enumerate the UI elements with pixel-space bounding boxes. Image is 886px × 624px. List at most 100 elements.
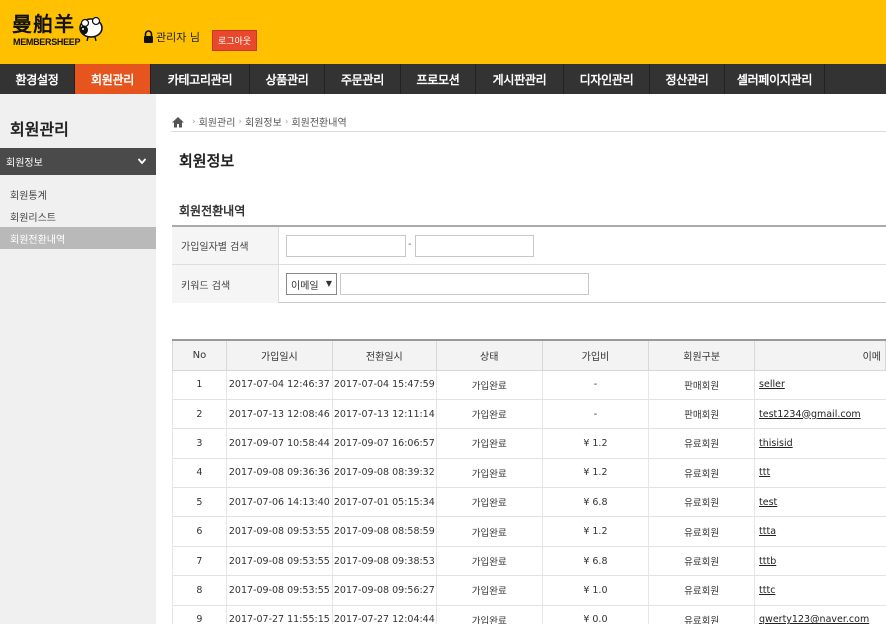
cell-row-number: 5 [172,487,227,518]
logo-text: 曼舶羊 [12,12,75,36]
page-title: 회원정보 [179,152,235,170]
cell-row-number: 8 [172,575,227,606]
cell-email: ttt [754,458,886,489]
table-header-row: No 가입일시 전환일시 상태 가입비 회원구분 이메 [172,339,886,371]
search-row-keyword: 키워드 검색 이메일 ▼ [172,265,886,303]
cell-member-type: 유료회원 [648,605,755,624]
cell-email: thisisid [754,428,886,459]
cell-member-type: 유료회원 [648,428,755,459]
cell-join-fee: ¥ 1.2 [541,428,649,459]
email-link[interactable]: tttb [759,556,776,567]
user-greeting: 관리자 님 [156,31,200,44]
date-from-input[interactable] [286,235,406,257]
logo-subtext: MEMBERSHEEP [13,37,81,47]
cell-join-fee: ¥ 0.0 [541,605,649,624]
cell-joined-at: 2017-07-13 12:08:46 [225,399,333,430]
top-header: 曼舶羊 MEMBERSHEEP 관리자 님 로그아웃 [0,0,886,64]
section-title: 회원전환내역 [179,204,246,218]
cell-email: tttb [754,546,886,577]
nav-item-promotion[interactable]: 프로모션 [401,64,476,94]
date-to-input[interactable] [415,235,534,257]
cell-email: qwerty123@naver.com [754,605,886,624]
dropdown-arrow-icon: ▼ [325,279,332,288]
cell-converted-at: 2017-09-08 09:56:27 [331,575,437,606]
breadcrumb-item[interactable]: 회원관리 [199,114,236,129]
breadcrumb-item: 회원전환내역 [291,118,347,129]
table-row: 8 2017-09-08 09:53:55 2017-09-08 09:56:27 가… [172,575,886,606]
sidebar-section-label: 회원정보 [6,158,43,169]
nav-item-seller-page[interactable]: 셀러페이지관리 [725,64,825,94]
breadcrumb-item[interactable]: 회원정보 [245,114,282,129]
conversion-table: No 가입일시 전환일시 상태 가입비 회원구분 이메 1 2017-07-04 … [172,339,886,624]
divider [171,131,886,132]
sidebar-item-member-conversion[interactable]: 회원전환내역 [0,227,156,249]
cell-converted-at: 2017-09-08 09:38:53 [331,546,437,577]
nav-item-boards[interactable]: 게시판관리 [476,64,564,94]
column-header[interactable]: 전환일시 [331,339,437,371]
nav-item-design[interactable]: 디자인관리 [564,64,650,94]
cell-member-type: 판매회원 [648,399,755,430]
cell-converted-at: 2017-09-08 08:58:59 [331,516,437,547]
main-content: › 회원관리 › 회원정보 › 회원전환내역 회원정보 회원전환내역 가입일자별… [156,94,886,624]
column-header[interactable]: 가입일시 [225,339,333,371]
table-row: 5 2017-07-06 14:13:40 2017-07-01 05:15:34 가… [172,487,886,518]
nav-item-products[interactable]: 상품관리 [250,64,325,94]
email-link[interactable]: qwerty123@naver.com [759,614,869,624]
cell-joined-at: 2017-07-27 11:55:15 [225,605,333,624]
cell-status: 가입완료 [435,575,543,606]
sidebar-item-member-list[interactable]: 회원리스트 [0,205,156,227]
email-link[interactable]: ttt [759,467,770,478]
keyword-type-value: 이메일 [291,280,319,292]
search-panel: 가입일자별 검색 - 키워드 검색 이메일 ▼ [172,225,886,303]
cell-joined-at: 2017-09-08 09:53:55 [225,575,333,606]
logout-button[interactable]: 로그아웃 [212,30,257,51]
cell-status: 가입완료 [435,399,543,430]
cell-joined-at: 2017-09-08 09:36:36 [225,458,333,489]
column-header[interactable]: No [172,339,227,371]
email-link[interactable]: tttc [759,585,775,596]
cell-converted-at: 2017-07-27 12:04:44 [331,605,437,624]
cell-converted-at: 2017-07-04 15:47:59 [331,370,437,400]
nav-item-settlement[interactable]: 정산관리 [650,64,725,94]
cell-email: tttc [754,575,886,606]
cell-join-fee: ¥ 6.8 [541,546,649,577]
table-row: 7 2017-09-08 09:53:55 2017-09-08 09:38:53 가… [172,546,886,577]
chevron-down-icon [137,158,147,165]
nav-item-categories[interactable]: 카테고리관리 [151,64,250,94]
column-header[interactable]: 상태 [435,339,543,371]
sidebar-item-member-stats[interactable]: 회원통계 [0,183,156,205]
cell-converted-at: 2017-07-13 12:11:14 [331,399,437,430]
nav-item-settings[interactable]: 환경설정 [0,64,75,94]
cell-converted-at: 2017-09-07 16:06:57 [331,428,437,459]
email-link[interactable]: test1234@gmail.com [759,409,861,420]
email-link[interactable]: thisisid [759,438,793,449]
cell-email: test1234@gmail.com [754,399,886,430]
sidebar-section-member-info[interactable]: 회원정보 [0,148,156,175]
nav-item-orders[interactable]: 주문관리 [325,64,401,94]
cell-row-number: 4 [172,458,227,489]
email-link[interactable]: test [759,497,777,508]
cell-email: test [754,487,886,518]
cell-member-type: 유료회원 [648,546,755,577]
cell-joined-at: 2017-07-06 14:13:40 [225,487,333,518]
cell-status: 가입완료 [435,428,543,459]
cell-row-number: 7 [172,546,227,577]
column-header[interactable]: 이메 [754,339,886,371]
table-row: 1 2017-07-04 12:46:37 2017-07-04 15:47:59 가… [172,370,886,400]
cell-joined-at: 2017-09-07 10:58:44 [225,428,333,459]
keyword-type-select[interactable]: 이메일 ▼ [286,273,337,295]
logo[interactable]: 曼舶羊 MEMBERSHEEP [12,8,104,50]
sidebar-title: 회원관리 [10,120,69,139]
email-link[interactable]: ttta [759,526,776,537]
cell-member-type: 판매회원 [648,370,755,400]
table-row: 2 2017-07-13 12:08:46 2017-07-13 12:11:14 가… [172,399,886,430]
email-link[interactable]: seller [759,379,785,390]
nav-item-members[interactable]: 회원관리 [75,64,151,94]
keyword-input[interactable] [340,273,589,295]
column-header[interactable]: 가입비 [541,339,650,371]
cell-join-fee: ¥ 1.2 [541,458,649,489]
home-icon[interactable] [171,116,185,128]
column-header[interactable]: 회원구분 [648,339,756,371]
cell-member-type: 유료회원 [648,487,755,518]
table-row: 6 2017-09-08 09:53:55 2017-09-08 08:58:59 가… [172,516,886,547]
